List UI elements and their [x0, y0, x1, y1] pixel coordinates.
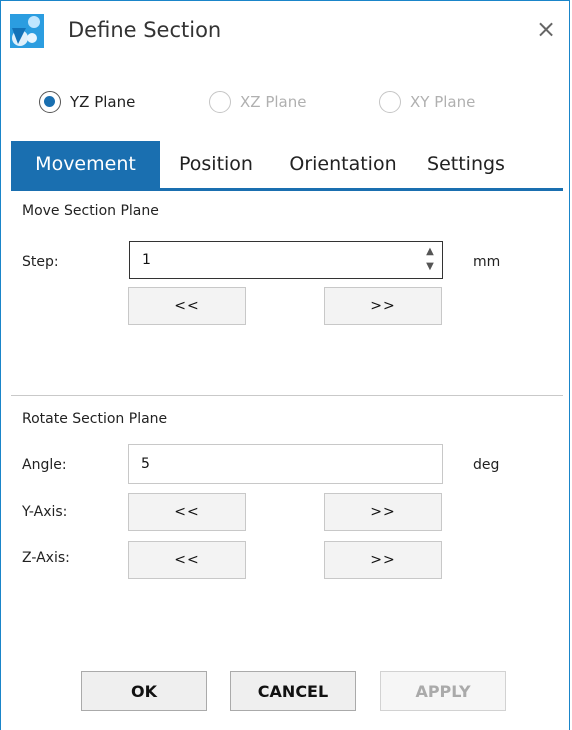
y-axis-back-button[interactable]: <<: [128, 493, 246, 531]
z-axis-forward-button[interactable]: >>: [324, 541, 442, 579]
radio-yz-plane[interactable]: YZ Plane: [39, 87, 135, 117]
apply-button[interactable]: APPLY: [380, 671, 506, 711]
spin-up-icon[interactable]: ▲: [424, 244, 436, 259]
cancel-button[interactable]: CANCEL: [230, 671, 356, 711]
rotate-section-heading: Rotate Section Plane: [22, 411, 168, 427]
angle-input[interactable]: 5: [128, 444, 443, 484]
tab-orientation[interactable]: Orientation: [279, 141, 407, 188]
step-spinner[interactable]: ▲ ▼: [424, 244, 436, 278]
radio-xz-plane[interactable]: XZ Plane: [209, 87, 306, 117]
tab-position[interactable]: Position: [169, 141, 263, 188]
title-bar: Define Section ×: [1, 1, 569, 63]
tab-movement[interactable]: Movement: [11, 141, 160, 188]
angle-unit: deg: [473, 457, 500, 473]
app-logo-icon: [10, 14, 44, 48]
section-divider: [11, 395, 563, 396]
radio-unselected-icon: [209, 91, 231, 113]
radio-xy-plane[interactable]: XY Plane: [379, 87, 475, 117]
angle-value: 5: [141, 456, 150, 472]
angle-label: Angle:: [22, 457, 67, 473]
step-value: 1: [142, 252, 151, 268]
spin-down-icon[interactable]: ▼: [424, 259, 436, 274]
y-axis-forward-button[interactable]: >>: [324, 493, 442, 531]
radio-label: XY Plane: [410, 93, 476, 111]
step-unit: mm: [473, 254, 501, 270]
step-input[interactable]: 1 ▲ ▼: [129, 241, 443, 279]
define-section-dialog: Define Section × YZ Plane XZ Plane XY Pl…: [0, 0, 570, 730]
move-back-button[interactable]: <<: [128, 287, 246, 325]
radio-label: XZ Plane: [240, 93, 307, 111]
close-icon[interactable]: ×: [536, 17, 556, 41]
z-axis-back-button[interactable]: <<: [128, 541, 246, 579]
radio-label: YZ Plane: [70, 93, 136, 111]
z-axis-label: Z-Axis:: [22, 550, 70, 566]
plane-radio-group: YZ Plane XZ Plane XY Plane: [1, 87, 569, 117]
y-axis-label: Y-Axis:: [22, 504, 68, 520]
tab-bar: Movement Position Orientation Settings: [11, 141, 563, 191]
step-label: Step:: [22, 254, 59, 270]
tab-settings[interactable]: Settings: [421, 141, 511, 188]
radio-selected-icon: [39, 91, 61, 113]
ok-button[interactable]: OK: [81, 671, 207, 711]
move-forward-button[interactable]: >>: [324, 287, 442, 325]
radio-unselected-icon: [379, 91, 401, 113]
move-section-heading: Move Section Plane: [22, 203, 159, 219]
dialog-title: Define Section: [68, 18, 222, 42]
